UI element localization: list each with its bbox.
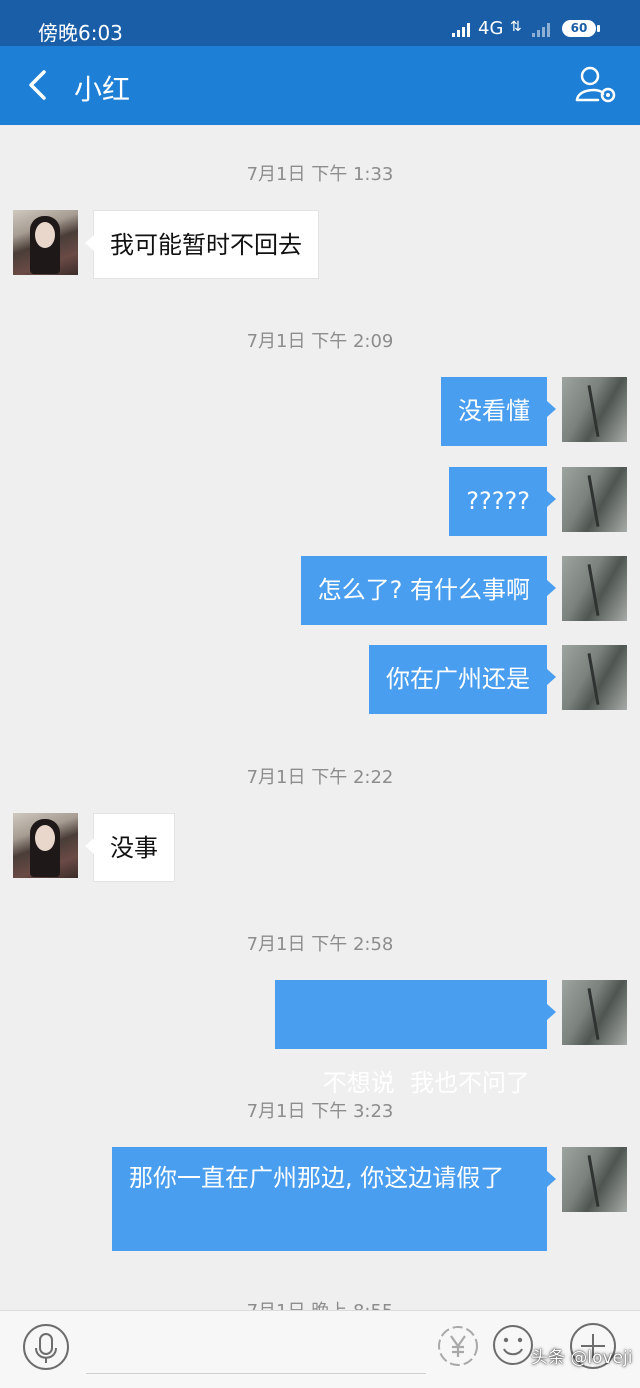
sent-message[interactable]: ????? <box>449 467 556 536</box>
message-text: 我可能暂时不回去 <box>110 231 302 259</box>
back-arrow-icon[interactable] <box>24 68 54 102</box>
contact-avatar[interactable] <box>13 210 78 275</box>
my-avatar[interactable] <box>562 377 627 442</box>
timestamp: 7月1日 下午 2:22 <box>246 767 394 788</box>
message-text: ????? <box>466 487 530 515</box>
my-avatar[interactable] <box>562 1147 627 1212</box>
chat-messages[interactable]: 7月1日 下午 1:33 我可能暂时不回去 7月1日 下午 2:09 没看懂 ?… <box>0 125 640 1310</box>
battery-icon: 60 <box>562 20 596 37</box>
sent-message[interactable]: 不想说 我也不问了 <box>275 980 556 1097</box>
message-text: 不想说 我也不问了 <box>322 1069 530 1097</box>
battery-cap <box>597 25 600 32</box>
message-text: 没看懂 <box>458 397 530 425</box>
chat-title: 小红 <box>74 73 131 106</box>
yen-icon[interactable] <box>435 1323 481 1369</box>
timestamp: 7月1日 下午 3:23 <box>246 1101 394 1122</box>
received-message[interactable]: 我可能暂时不回去 <box>85 210 319 279</box>
timestamp: 7月1日 下午 1:33 <box>246 164 394 185</box>
watermark: 头条 @loveji <box>531 1348 633 1368</box>
signal-secondary-icon <box>532 23 550 37</box>
profile-settings-icon[interactable] <box>574 64 618 106</box>
my-avatar[interactable] <box>562 467 627 532</box>
received-message[interactable]: 没事 <box>85 813 175 882</box>
chat-header: 小红 <box>0 46 640 125</box>
sent-message[interactable]: 你在广州还是 <box>369 645 556 714</box>
message-text: 你在广州还是 <box>386 665 530 693</box>
emoji-icon[interactable] <box>491 1323 535 1367</box>
network-type: 4G <box>478 18 504 39</box>
message-text: 怎么了? 有什么事啊 <box>317 576 530 604</box>
timestamp: 7月1日 下午 2:09 <box>246 331 394 352</box>
message-input[interactable] <box>86 1373 426 1374</box>
message-text: 那你一直在广州那边, 你这边请假了 <box>129 1164 505 1192</box>
sent-message[interactable]: 那你一直在广州那边, 你这边请假了 <box>112 1147 556 1251</box>
my-avatar[interactable] <box>562 556 627 621</box>
signal-icon <box>452 23 470 37</box>
timestamp: 7月1日 下午 2:58 <box>246 934 394 955</box>
status-bar: 傍晚6:03 4G ⇅ 60 <box>0 0 640 46</box>
timestamp: 7月1日 晚上 8:55 <box>0 1297 640 1310</box>
contact-avatar[interactable] <box>13 813 78 878</box>
message-text: 没事 <box>110 834 158 862</box>
my-avatar[interactable] <box>562 645 627 710</box>
data-arrows-icon: ⇅ <box>510 19 522 35</box>
microphone-icon[interactable] <box>22 1323 70 1371</box>
my-avatar[interactable] <box>562 980 627 1045</box>
sent-message[interactable]: 怎么了? 有什么事啊 <box>300 556 557 625</box>
sent-message[interactable]: 没看懂 <box>441 377 556 446</box>
status-time: 傍晚6:03 <box>38 21 123 45</box>
